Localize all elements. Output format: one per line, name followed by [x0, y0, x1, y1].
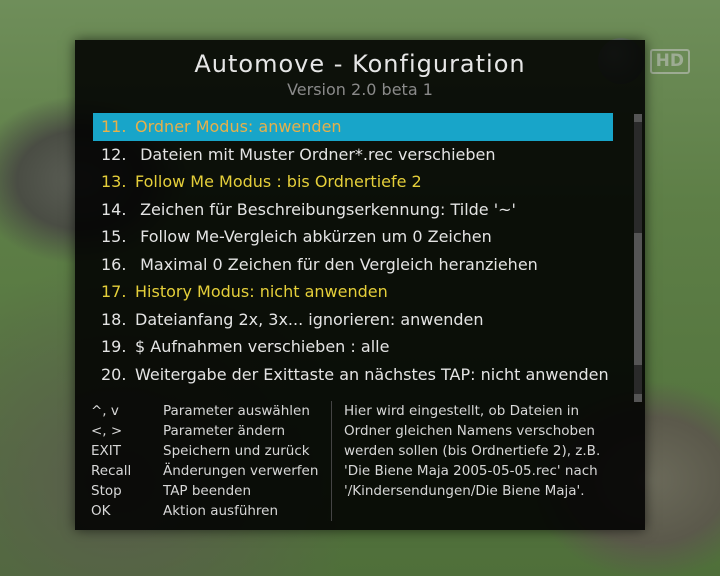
list-item[interactable]: 11.Ordner Modus: anwenden [93, 113, 613, 141]
item-label: Follow Me Modus : bis Ordnertiefe 2 [135, 172, 422, 191]
help-key: OK [91, 501, 151, 521]
item-label: Ordner Modus: anwenden [135, 117, 342, 136]
item-number: 18. [101, 306, 135, 334]
list-item[interactable]: 13.Follow Me Modus : bis Ordnertiefe 2 [93, 168, 613, 196]
config-panel: Automove - Konfiguration Version 2.0 bet… [75, 40, 645, 530]
help-footer: ^, v<, >EXITRecallStopOK Parameter auswä… [85, 398, 635, 524]
item-label: Dateianfang 2x, 3x... ignorieren: anwend… [135, 310, 484, 329]
item-label: Maximal 0 Zeichen für den Vergleich hera… [135, 255, 538, 274]
panel-subtitle: Version 2.0 beta 1 [75, 80, 645, 99]
help-action: Parameter auswählen [163, 401, 319, 421]
help-actions: Parameter auswählenParameter ändernSpeic… [157, 398, 325, 524]
help-keys: ^, v<, >EXITRecallStopOK [85, 398, 157, 524]
item-label: $ Aufnahmen verschieben : alle [135, 337, 389, 356]
help-key: ^, v [91, 401, 151, 421]
item-label: Weitergabe der Exittaste an nächstes TAP… [135, 365, 609, 384]
item-number: 12. [101, 141, 135, 169]
scrollbar[interactable] [634, 114, 642, 394]
list-item[interactable]: 17.History Modus: nicht anwenden [93, 278, 613, 306]
list-item[interactable]: 20.Weitergabe der Exittaste an nächstes … [93, 361, 613, 389]
item-number: 16. [101, 251, 135, 279]
list-item[interactable]: 12. Dateien mit Muster Ordner*.rec versc… [93, 141, 613, 169]
list-item[interactable]: 18.Dateianfang 2x, 3x... ignorieren: anw… [93, 306, 613, 334]
item-number: 15. [101, 223, 135, 251]
item-number: 19. [101, 333, 135, 361]
help-action: Aktion ausführen [163, 501, 319, 521]
help-action: TAP beenden [163, 481, 319, 501]
list-item[interactable]: 16. Maximal 0 Zeichen für den Vergleich … [93, 251, 613, 279]
item-number: 11. [101, 113, 135, 141]
scroll-thumb[interactable] [634, 233, 642, 365]
help-action: Speichern und zurück [163, 441, 319, 461]
list-item[interactable]: 15. Follow Me-Vergleich abkürzen um 0 Ze… [93, 223, 613, 251]
help-key: <, > [91, 421, 151, 441]
item-label: History Modus: nicht anwenden [135, 282, 388, 301]
panel-title: Automove - Konfiguration [75, 50, 645, 78]
help-description: Hier wird eingestellt, ob Dateien in Ord… [338, 398, 635, 524]
item-number: 14. [101, 196, 135, 224]
item-number: 20. [101, 361, 135, 389]
help-action: Parameter ändern [163, 421, 319, 441]
footer-divider [331, 401, 332, 521]
item-number: 17. [101, 278, 135, 306]
scroll-down-icon[interactable] [634, 394, 642, 402]
config-list[interactable]: 11.Ordner Modus: anwenden12. Dateien mit… [93, 113, 613, 388]
help-key: Recall [91, 461, 151, 481]
help-action: Änderungen verwerfen [163, 461, 319, 481]
item-label: Follow Me-Vergleich abkürzen um 0 Zeiche… [135, 227, 492, 246]
item-label: Zeichen für Beschreibungserkennung: Tild… [135, 200, 516, 219]
list-item[interactable]: 14. Zeichen für Beschreibungserkennung: … [93, 196, 613, 224]
help-key: Stop [91, 481, 151, 501]
hd-icon: HD [650, 49, 690, 74]
list-item[interactable]: 19.$ Aufnahmen verschieben : alle [93, 333, 613, 361]
item-number: 13. [101, 168, 135, 196]
scroll-up-icon[interactable] [634, 114, 642, 122]
help-key: EXIT [91, 441, 151, 461]
item-label: Dateien mit Muster Ordner*.rec verschieb… [135, 145, 496, 164]
